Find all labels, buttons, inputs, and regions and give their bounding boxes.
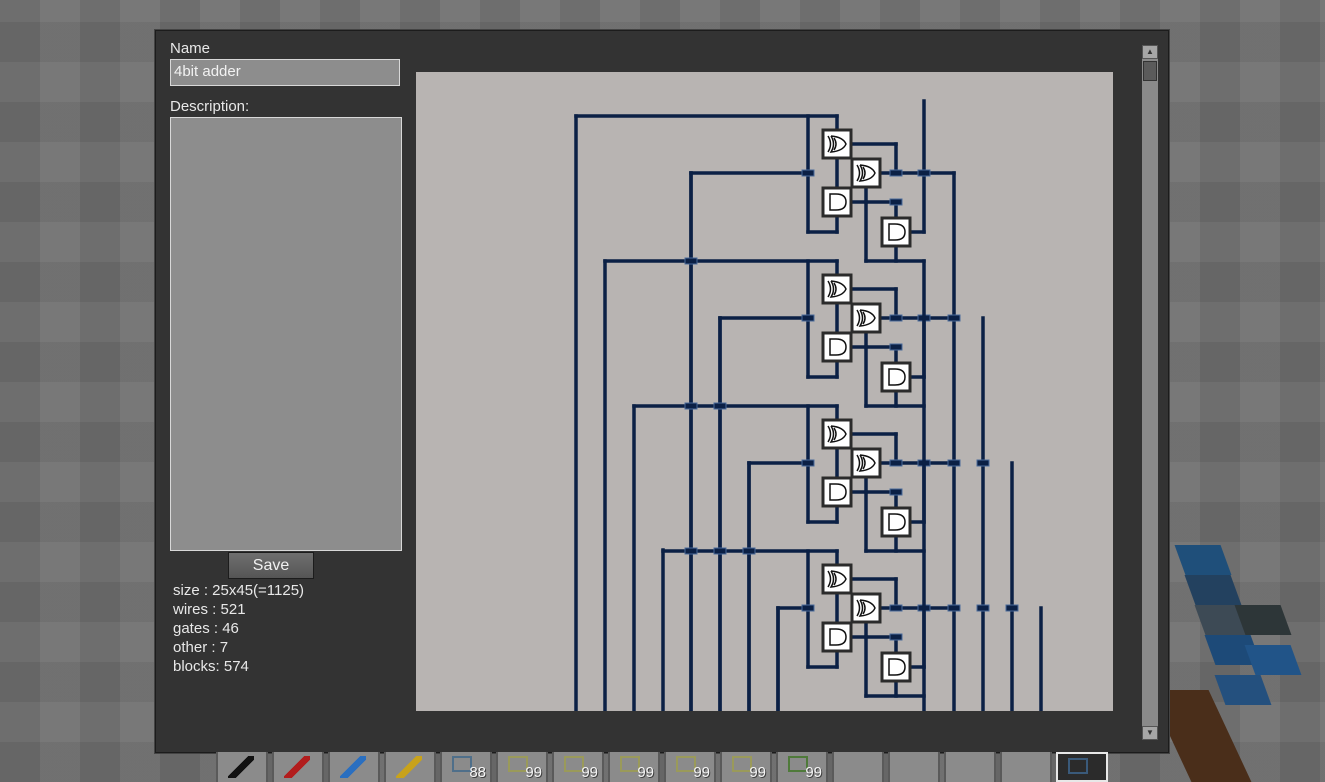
- hotbar-slot[interactable]: [272, 752, 324, 782]
- save-button[interactable]: Save: [228, 552, 314, 579]
- circuit-diagram: [574, 99, 1043, 711]
- hotbar-slot[interactable]: [1000, 752, 1052, 782]
- slot-count: 99: [693, 764, 710, 781]
- wire-junction: [801, 604, 815, 612]
- hotbar-slot[interactable]: 99: [664, 752, 716, 782]
- hotbar-slot[interactable]: 99: [720, 752, 772, 782]
- hotbar-slot[interactable]: 99: [608, 752, 660, 782]
- name-label: Name: [170, 40, 211, 57]
- hotbar-slot[interactable]: [216, 752, 268, 782]
- wire-junction: [947, 314, 961, 322]
- name-input[interactable]: 4bit adder: [170, 59, 400, 86]
- hotbar-slot[interactable]: [888, 752, 940, 782]
- circuit-save-dialog: Name 4bit adder Description: Save size :…: [155, 30, 1169, 753]
- scroll-up-arrow-icon[interactable]: ▲: [1142, 45, 1158, 59]
- wire-junction: [889, 459, 903, 467]
- wire-junction: [889, 488, 903, 496]
- slot-count: 99: [525, 764, 542, 781]
- stat-wires: wires : 521: [173, 601, 246, 618]
- and-gate-icon: [880, 361, 912, 393]
- slot-count: 88: [469, 764, 486, 781]
- xor-gate-icon: [821, 273, 853, 305]
- wire-junction: [713, 402, 727, 410]
- black-wire-icon: [228, 756, 254, 778]
- scrollbar[interactable]: ▲ ▼: [1142, 45, 1158, 740]
- wire-junction: [889, 604, 903, 612]
- xor-gate-icon: [850, 592, 882, 624]
- xor-gate-icon: [821, 418, 853, 450]
- wire-junction: [976, 604, 990, 612]
- wire-junction: [801, 459, 815, 467]
- hotbar-slot[interactable]: [328, 752, 380, 782]
- hotbar-slot[interactable]: [944, 752, 996, 782]
- wire-junction: [917, 169, 931, 177]
- and-gate-icon: [821, 621, 853, 653]
- hotbar-slot[interactable]: [1056, 752, 1108, 782]
- stat-blocks: blocks: 574: [173, 658, 249, 675]
- hotbar-slot[interactable]: [384, 752, 436, 782]
- scroll-down-arrow-icon[interactable]: ▼: [1142, 726, 1158, 740]
- description-textarea[interactable]: [170, 117, 402, 551]
- hotbar-slot[interactable]: 99: [776, 752, 828, 782]
- wire-junction: [684, 402, 698, 410]
- slot-count: 99: [581, 764, 598, 781]
- slot-count: 99: [637, 764, 654, 781]
- stat-other: other : 7: [173, 639, 229, 656]
- slot-count: 99: [805, 764, 822, 781]
- hotbar-slot[interactable]: 99: [496, 752, 548, 782]
- wire-junction: [889, 198, 903, 206]
- wire-junction: [947, 459, 961, 467]
- xor-gate-icon: [850, 447, 882, 479]
- wire-junction: [801, 314, 815, 322]
- wire-junction: [1005, 604, 1019, 612]
- hotbar-slot[interactable]: [832, 752, 884, 782]
- circuit-preview[interactable]: [416, 72, 1113, 711]
- wire-junction: [742, 547, 756, 555]
- and-gate-icon: [821, 186, 853, 218]
- scroll-thumb[interactable]: [1143, 61, 1157, 81]
- xor-gate-icon: [821, 128, 853, 160]
- and-gate-icon: [880, 216, 912, 248]
- hotbar-slot[interactable]: 99: [552, 752, 604, 782]
- wire-junction: [947, 604, 961, 612]
- tool-icon: [1068, 758, 1088, 774]
- wire-junction: [684, 257, 698, 265]
- wire-junction: [684, 547, 698, 555]
- and-gate-icon: [821, 331, 853, 363]
- stat-size: size : 25x45(=1125): [173, 582, 305, 599]
- wire-junction: [713, 547, 727, 555]
- wire-junction: [889, 169, 903, 177]
- circuit-stats: size : 25x45(=1125) wires : 521 gates : …: [173, 581, 304, 676]
- wire-junction: [976, 459, 990, 467]
- wire-junction: [889, 633, 903, 641]
- xor-gate-icon: [850, 157, 882, 189]
- blue-wire-icon: [340, 756, 366, 778]
- and-gate-icon: [880, 651, 912, 683]
- red-wire-icon: [284, 756, 310, 778]
- hotbar-slot[interactable]: 88: [440, 752, 492, 782]
- xor-gate-icon: [850, 302, 882, 334]
- and-gate-icon: [880, 506, 912, 538]
- and-gate-icon: [821, 476, 853, 508]
- wire-junction: [801, 169, 815, 177]
- wire-junction: [889, 343, 903, 351]
- xor-gate-icon: [821, 563, 853, 595]
- stat-gates: gates : 46: [173, 620, 239, 637]
- wire-junction: [889, 314, 903, 322]
- slot-count: 99: [749, 764, 766, 781]
- yellow-wire-icon: [396, 756, 422, 778]
- description-label: Description:: [170, 98, 250, 115]
